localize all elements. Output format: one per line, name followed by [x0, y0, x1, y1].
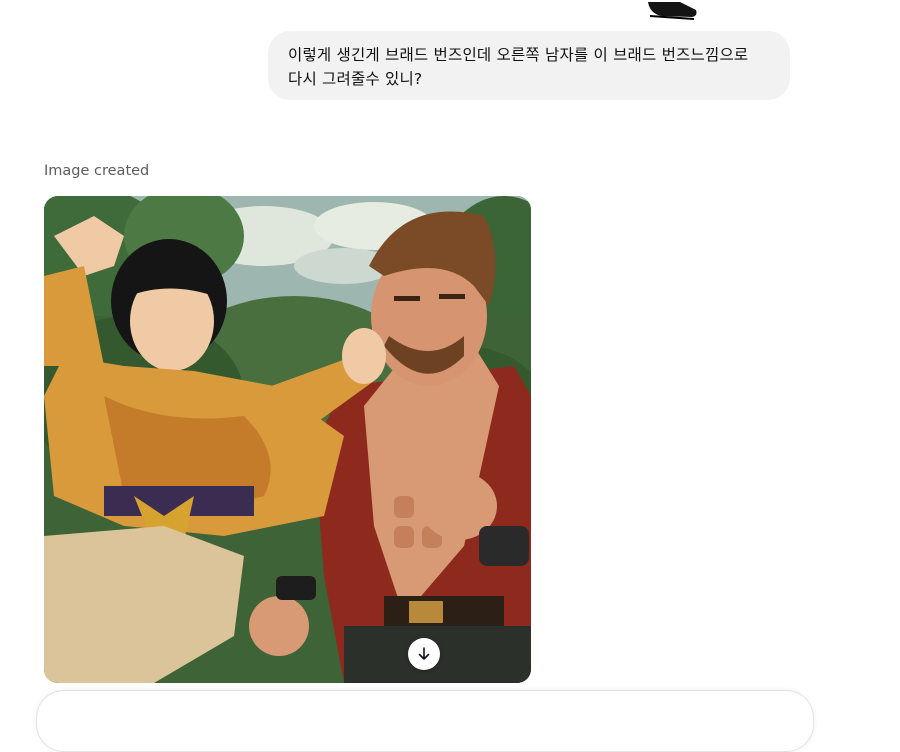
image-created-label: Image created	[44, 163, 150, 179]
generated-illustration-icon	[44, 196, 531, 683]
download-button[interactable]	[408, 638, 440, 670]
message-composer[interactable]	[36, 690, 814, 752]
user-message-bubble: 이렇게 생긴게 브래드 번즈인데 오른쪽 남자를 이 브래드 번즈느낌으로 다시…	[268, 31, 790, 100]
previous-image-fragment	[640, 0, 700, 22]
generated-image[interactable]	[44, 196, 531, 683]
arrow-down-icon	[418, 647, 430, 660]
user-message-text: 이렇게 생긴게 브래드 번즈인데 오른쪽 남자를 이 브래드 번즈느낌으로 다시…	[288, 46, 749, 88]
